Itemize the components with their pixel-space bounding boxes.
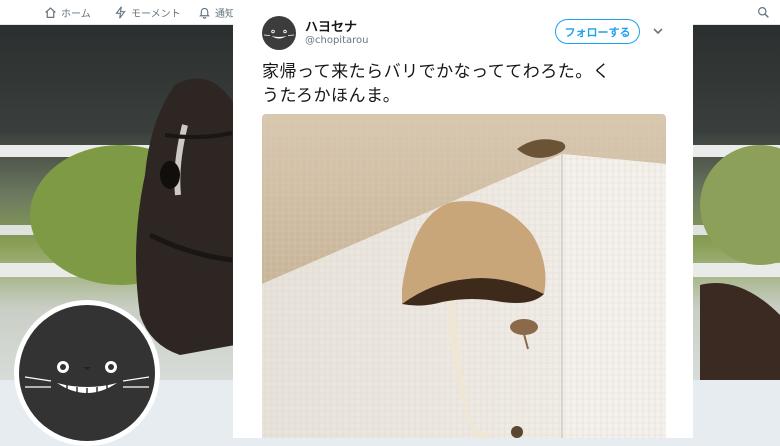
bell-icon xyxy=(199,7,210,19)
nav-search-button[interactable] xyxy=(757,0,770,24)
nav-home[interactable]: ホーム xyxy=(44,0,91,24)
nav-notifications[interactable]: 通知 xyxy=(198,0,235,24)
tweet-card: ハヨセナ @chopitarou フォローする 家帰って来たらバリでかなっててわ… xyxy=(233,0,693,438)
nav-home-label: ホーム xyxy=(61,8,91,20)
mushroom-photo xyxy=(262,114,666,438)
tweet-photo[interactable] xyxy=(262,114,666,438)
author-screen-name[interactable]: @chopitarou xyxy=(305,35,368,46)
totoro-face-icon xyxy=(24,361,150,400)
nav-notifications-label: 通知 xyxy=(215,8,235,20)
chevron-down-icon[interactable] xyxy=(651,24,665,38)
lightning-icon xyxy=(115,5,126,19)
follow-button[interactable]: フォローする xyxy=(555,19,640,44)
profile-avatar[interactable] xyxy=(14,300,160,446)
totoro-face-icon xyxy=(263,29,295,39)
tweet-author-avatar[interactable] xyxy=(262,16,296,50)
tweet-text-line-1: 家帰って来たらバリでかなっててわろた。く xyxy=(262,62,611,82)
tweet-text: 家帰って来たらバリでかなっててわろた。く うたろかほんま。 xyxy=(262,60,672,108)
tweet-text-line-2: うたろかほんま。 xyxy=(262,86,401,106)
home-icon xyxy=(45,6,56,18)
search-icon xyxy=(758,6,769,18)
nav-moments-label: モーメント xyxy=(131,8,181,20)
author-display-name[interactable]: ハヨセナ xyxy=(305,16,357,35)
nav-moments[interactable]: モーメント xyxy=(114,0,181,24)
